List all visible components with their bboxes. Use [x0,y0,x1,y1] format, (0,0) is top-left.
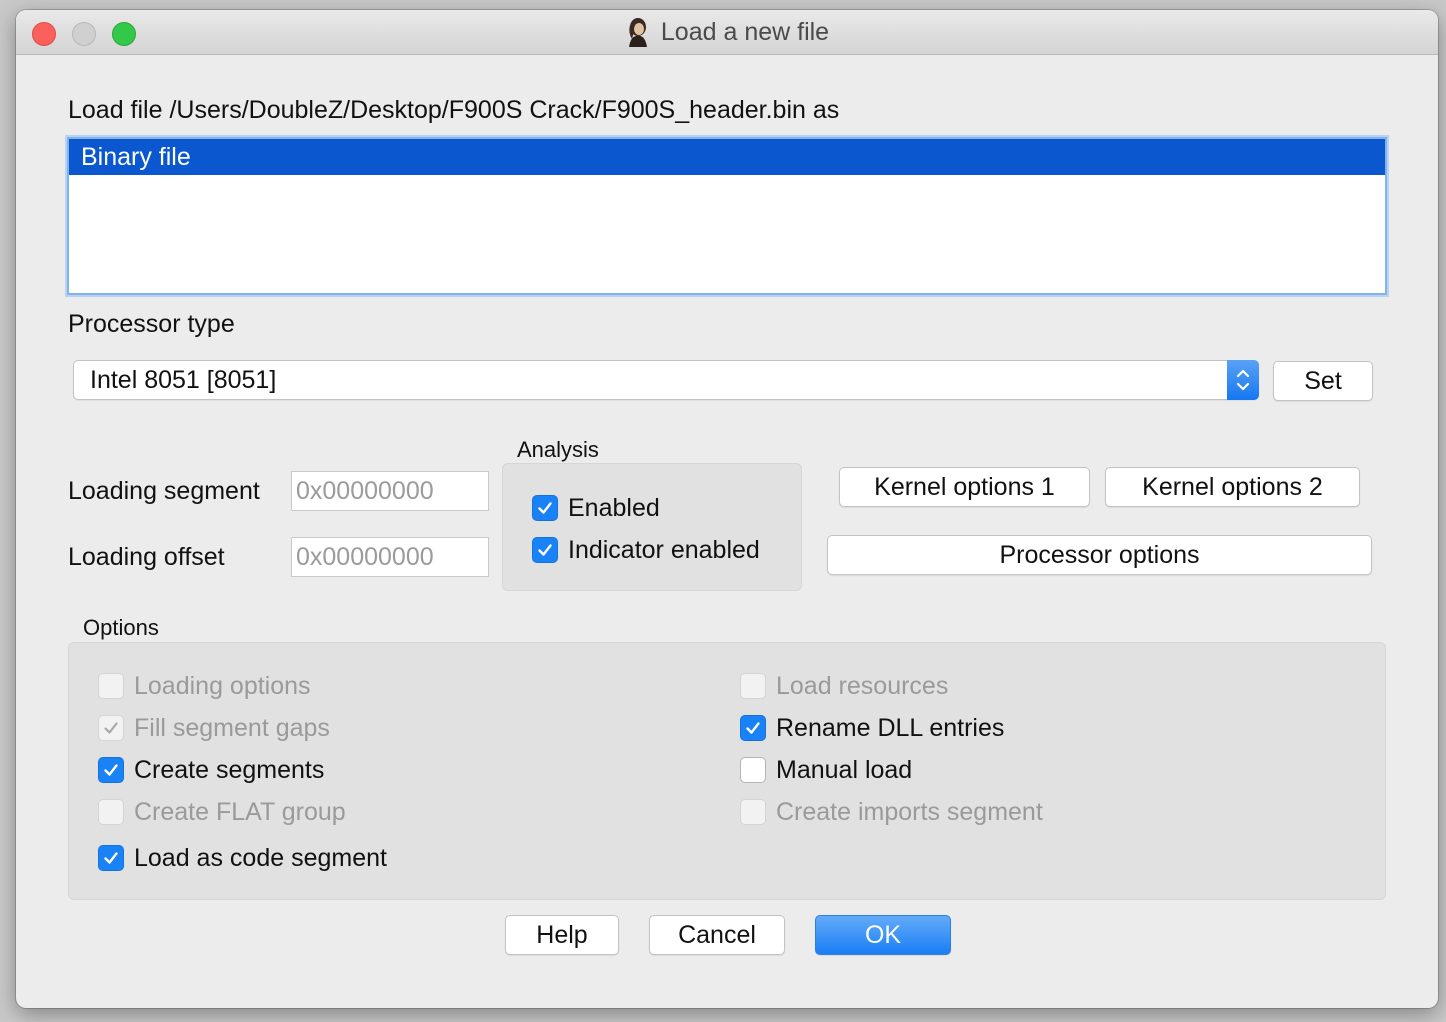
rename-dll-entries-label: Rename DLL entries [776,713,1005,742]
loading-offset-label: Loading offset [68,543,225,571]
load-file-label: Load file /Users/DoubleZ/Desktop/F900S C… [68,96,840,124]
options-group-title: Options [83,615,159,640]
rename-dll-entries-checkbox[interactable]: Rename DLL entries [740,713,1004,743]
kernel-options-1-button[interactable]: Kernel options 1 [839,467,1090,507]
manual-load-checkbox[interactable]: Manual load [740,755,912,785]
updown-chevron-icon[interactable] [1227,360,1259,400]
create-imports-segment-checkbox[interactable]: Create imports segment [740,797,1043,827]
processor-options-button[interactable]: Processor options [827,535,1372,575]
checkmark-icon [740,715,766,741]
checkmark-icon [98,757,124,783]
create-flat-group-checkbox[interactable]: Create FLAT group [98,797,346,827]
checkmark-icon [98,845,124,871]
analysis-group [502,463,802,591]
analysis-enabled-checkbox[interactable]: Enabled [532,493,660,523]
create-segments-checkbox[interactable]: Create segments [98,755,324,785]
help-button[interactable]: Help [505,915,619,955]
set-processor-button[interactable]: Set [1273,361,1373,401]
load-resources-label: Load resources [776,671,949,700]
processor-type-label: Processor type [68,310,235,338]
checkmark-icon [98,715,124,741]
ida-app-icon [628,18,647,47]
processor-type-value: Intel 8051 [8051] [90,366,277,394]
load-file-dialog: Load a new file Load file /Users/DoubleZ… [16,10,1438,1008]
title-bar: Load a new file [16,10,1438,55]
loading-offset-input[interactable] [291,537,489,577]
create-imports-segment-label: Create imports segment [776,797,1043,826]
load-resources-checkbox[interactable]: Load resources [740,671,948,701]
loading-options-checkbox[interactable]: Loading options [98,671,311,701]
processor-type-select[interactable]: Intel 8051 [8051] [73,360,1259,400]
kernel-options-2-button[interactable]: Kernel options 2 [1105,467,1360,507]
loading-segment-label: Loading segment [68,477,260,505]
ok-button[interactable]: OK [815,915,951,955]
file-type-item-binary[interactable]: Binary file [69,139,1385,175]
cancel-button[interactable]: Cancel [649,915,785,955]
loading-options-label: Loading options [134,671,311,700]
analysis-enabled-label: Enabled [568,493,660,522]
fill-segment-gaps-checkbox[interactable]: Fill segment gaps [98,713,330,743]
checkmark-icon [532,537,558,563]
fill-segment-gaps-label: Fill segment gaps [134,713,330,742]
load-as-code-segment-checkbox[interactable]: Load as code segment [98,843,387,873]
create-segments-label: Create segments [134,755,325,784]
loading-segment-input[interactable] [291,471,489,511]
title-wrap: Load a new file [16,10,1438,54]
indicator-enabled-checkbox[interactable]: Indicator enabled [532,535,760,565]
window-title: Load a new file [660,17,830,46]
file-type-list[interactable]: Binary file [67,137,1387,295]
manual-load-label: Manual load [776,755,913,784]
analysis-group-title: Analysis [517,437,599,462]
indicator-enabled-label: Indicator enabled [568,535,760,564]
create-flat-group-label: Create FLAT group [134,797,346,826]
load-as-code-segment-label: Load as code segment [134,843,387,872]
checkmark-icon [532,495,558,521]
